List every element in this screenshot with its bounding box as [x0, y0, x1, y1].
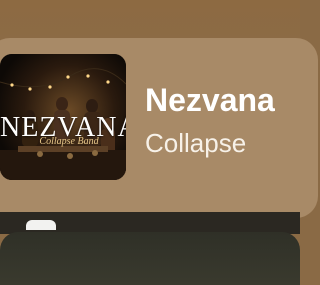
background-top: [0, 0, 300, 40]
track-title: Nezvana: [145, 82, 275, 118]
handle-indicator: [26, 220, 56, 230]
artist-name[interactable]: Collapse: [145, 128, 246, 159]
bottom-panel: [0, 232, 300, 285]
album-artwork[interactable]: NEZVANA Collapse Band: [0, 54, 126, 180]
artwork-subtitle-text: Collapse Band: [39, 136, 99, 147]
